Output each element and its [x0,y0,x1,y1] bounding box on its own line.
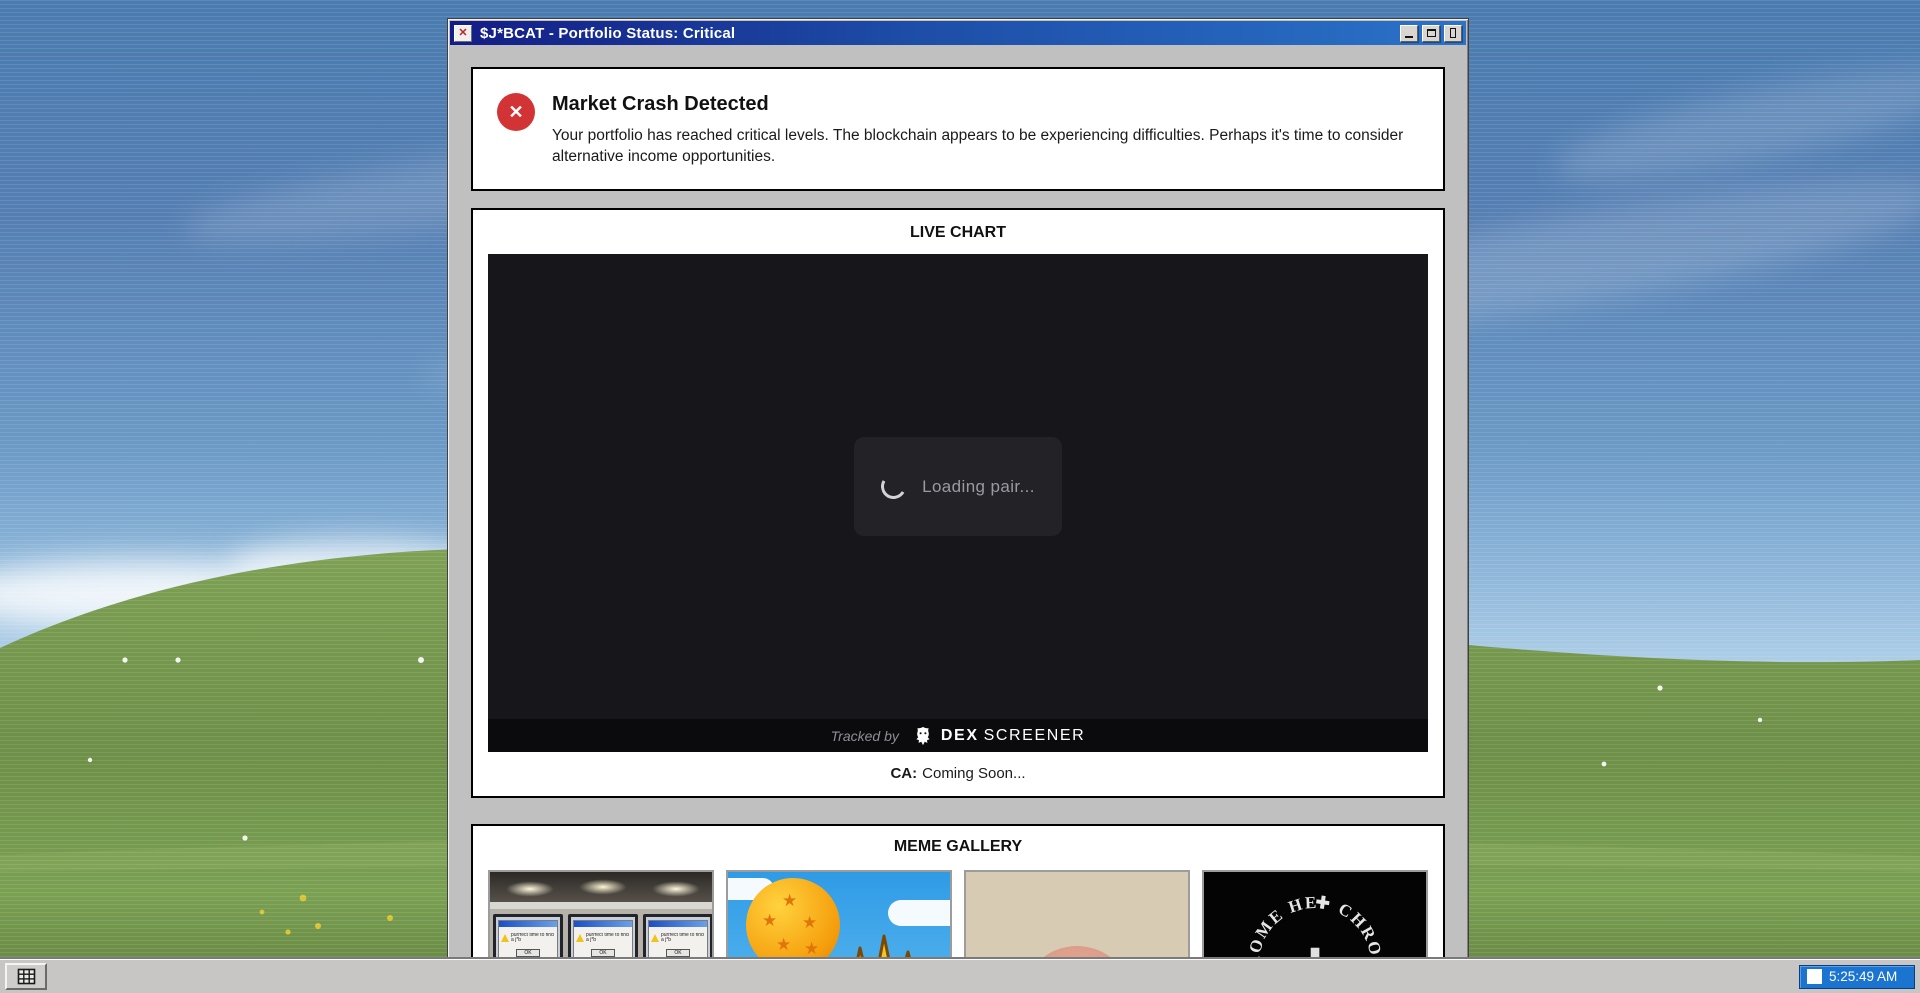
alert-body: Your portfolio has reached critical leve… [552,125,1404,167]
titlebar[interactable]: ✕ $J*BCAT - Portfolio Status: Critical [450,21,1466,45]
loading-panel: Loading pair... [854,437,1062,536]
dexscreener-footer[interactable]: Tracked by DEX SCREENER [488,719,1428,752]
dexscreener-logo-icon [912,725,934,747]
maximize-icon [1427,29,1436,37]
app-window: ✕ $J*BCAT - Portfolio Status: Critical ✕… [447,18,1469,993]
star-icon: ★ [776,936,791,953]
cloud [888,900,952,926]
close-button[interactable]: ✕ [454,25,472,42]
error-dialog: purrfect time to find a j*b OK [648,920,708,960]
chart-loading-area: Loading pair... [488,254,1428,719]
maximize-button[interactable] [1422,25,1440,42]
contract-address-line: CA: Coming Soon... [488,765,1428,782]
live-chart-section: LIVE CHART Loading pair... Tracked by DE… [471,208,1445,798]
alert-text-block: Market Crash Detected Your portfolio has… [552,93,1404,167]
tracked-by-label: Tracked by [831,728,899,744]
loading-spinner-icon [878,471,909,502]
star-icon: ★ [782,892,797,909]
restore-button[interactable] [1444,25,1462,42]
ceiling-trim [490,902,712,909]
grid-icon [17,968,36,985]
error-dialog: purrfect time to find a j*b OK [498,920,558,960]
star-icon: ★ [804,940,819,957]
error-circle-icon: ✕ [497,93,535,131]
window-content: ✕ Market Crash Detected Your portfolio h… [450,45,1466,993]
warning-triangle-icon [576,934,584,942]
brand-dex: DEX [941,727,979,744]
star-icon: ★ [802,914,817,931]
warning-triangle-icon [501,934,509,942]
ceiling-lights [490,872,712,902]
loading-text: Loading pair... [922,477,1035,497]
window-title: $J*BCAT - Portfolio Status: Critical [480,25,1392,42]
error-dialog: purrfect time to find a j*b OK [573,920,633,960]
star-icon: ★ [762,912,777,929]
window-controls [1400,25,1462,42]
apps-button[interactable] [5,963,47,990]
system-tray[interactable]: 5:25:49 AM [1799,965,1915,989]
warning-triangle-icon [651,934,659,942]
restore-icon [1450,28,1456,38]
clock: 5:25:49 AM [1829,969,1897,984]
minimize-icon [1405,36,1413,38]
minimize-button[interactable] [1400,25,1418,42]
tray-window-icon [1807,969,1822,984]
dexscreener-wordmark: DEX SCREENER [941,727,1085,745]
ca-label: CA: [890,765,917,782]
alert-heading: Market Crash Detected [552,93,1404,116]
market-crash-alert: ✕ Market Crash Detected Your portfolio h… [471,67,1445,191]
error-x-glyph: ✕ [508,103,523,121]
brand-screener: SCREENER [984,727,1086,744]
meme-gallery-title: MEME GALLERY [488,838,1428,856]
dexscreener-chart-embed[interactable]: Loading pair... Tracked by DEX SCREENER [488,254,1428,752]
close-icon: ✕ [458,28,467,39]
live-chart-title: LIVE CHART [488,224,1428,242]
ca-value: Coming Soon... [922,765,1025,782]
taskbar: 5:25:49 AM [0,959,1920,993]
